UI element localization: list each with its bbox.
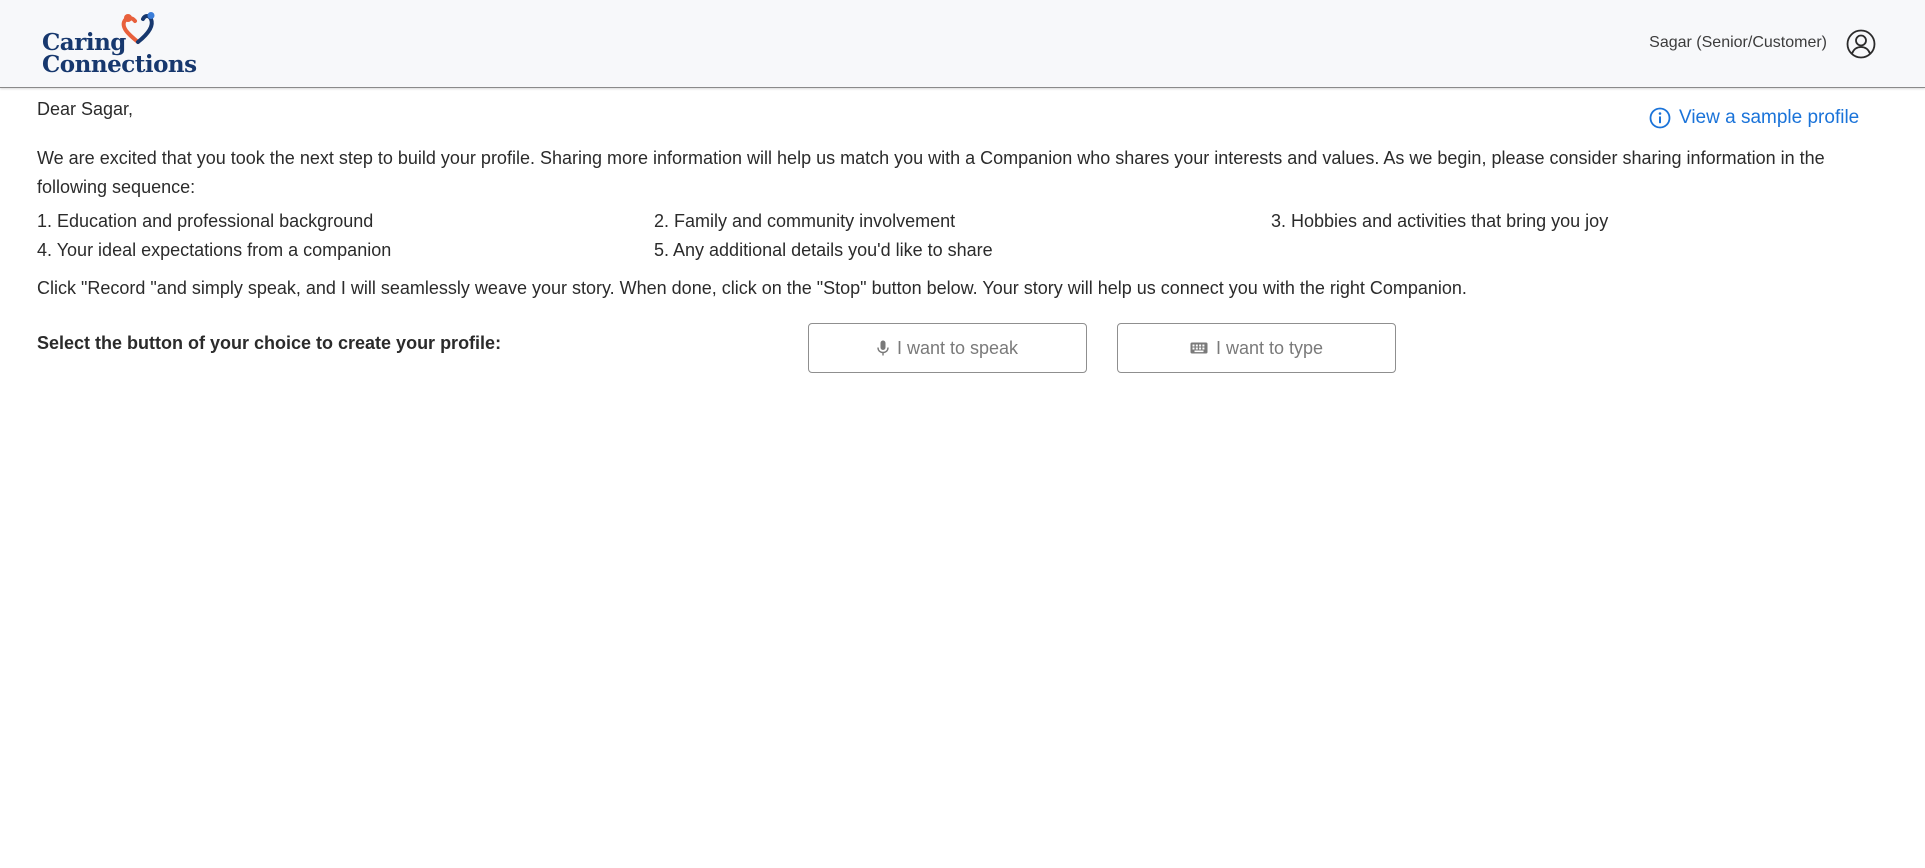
- i-want-to-type-button[interactable]: I want to type: [1117, 323, 1396, 373]
- step-item-3: 3. Hobbies and activities that bring you…: [1271, 211, 1609, 231]
- intro-paragraph: We are excited that you took the next st…: [37, 148, 1825, 197]
- view-sample-profile-link[interactable]: View a sample profile: [1649, 107, 1859, 129]
- step-item-2: 2. Family and community involvement: [654, 211, 956, 231]
- caring-connections-logo[interactable]: Caring Connections: [40, 12, 197, 78]
- info-circle-icon: [1649, 107, 1671, 129]
- view-sample-profile-label: View a sample profile: [1679, 107, 1860, 128]
- user-avatar-button[interactable]: [1846, 29, 1876, 59]
- app-header: Caring Connections Sagar (Senior/Custome…: [0, 0, 1925, 88]
- step-item-4: 4. Your ideal expectations from a compan…: [37, 240, 392, 260]
- step-item-1: 1. Education and professional background: [37, 211, 374, 231]
- i-want-to-speak-label: I want to speak: [896, 337, 1019, 358]
- microphone-icon: [877, 340, 889, 356]
- greeting-text: Dear Sagar,: [37, 99, 134, 119]
- logo-text-connections: Connections: [42, 51, 197, 78]
- user-circle-icon: [1846, 29, 1876, 59]
- step-item-5: 5. Any additional details you'd like to …: [654, 240, 993, 260]
- select-choice-label: Select the button of your choice to crea…: [37, 333, 502, 353]
- record-instructions-text: Click "Record "and simply speak, and I w…: [37, 278, 1467, 298]
- user-name-label: Sagar (Senior/Customer): [1649, 34, 1827, 51]
- keyboard-icon: [1190, 342, 1208, 354]
- i-want-to-type-label: I want to type: [1215, 337, 1324, 358]
- i-want-to-speak-button[interactable]: I want to speak: [808, 323, 1087, 373]
